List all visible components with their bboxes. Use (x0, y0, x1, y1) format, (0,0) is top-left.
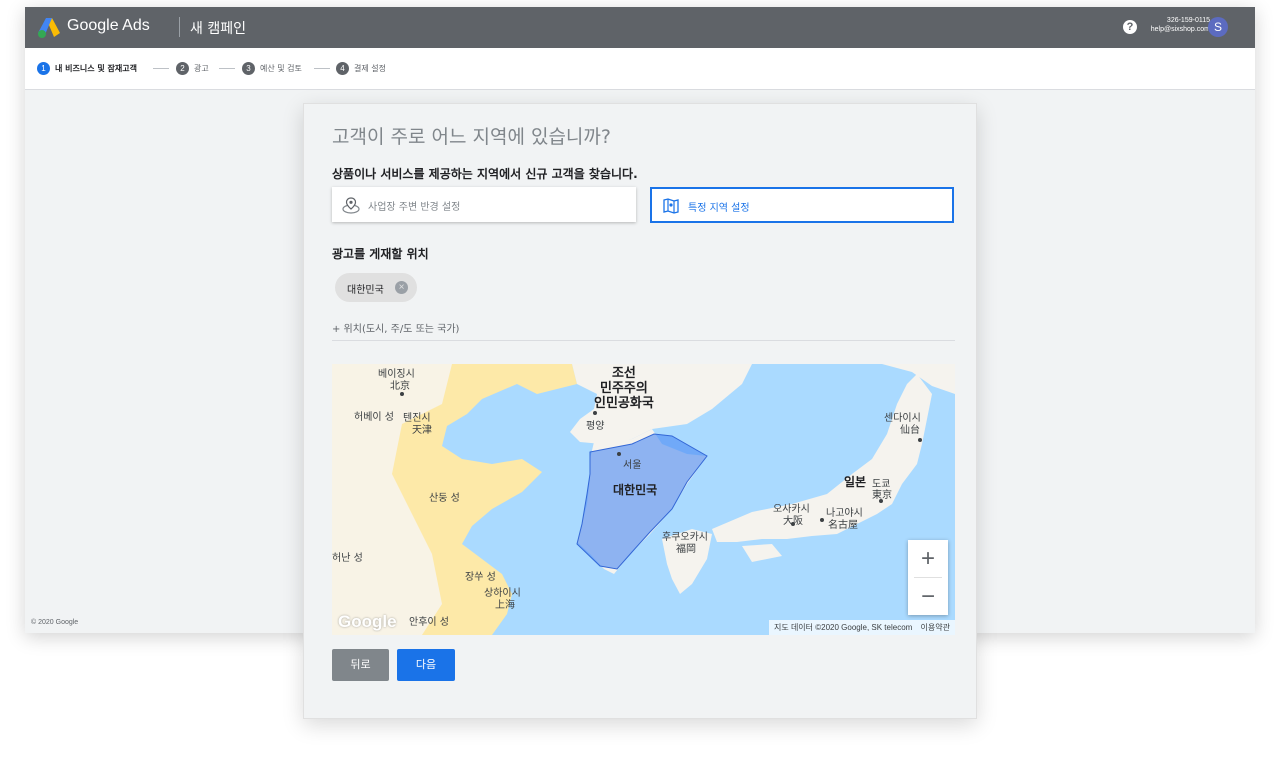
map-label-pyongyang: 평양 (586, 421, 605, 432)
specific-area-option-label: 특정 지역 설정 (688, 203, 750, 214)
back-button[interactable]: 뒤로 (332, 649, 389, 681)
stepper: 1 내 비즈니스 및 잠재고객 2 광고 3 예산 및 검토 4 결제 설정 (25, 48, 1255, 90)
step-number: 2 (176, 62, 189, 75)
map-label-south-korea: 대한민국 (613, 483, 658, 497)
dialog-subtitle: 상품이나 서비스를 제공하는 지역에서 신규 고객을 찾습니다. (332, 167, 638, 181)
map-label-sendai-jp: 仙台 (900, 425, 920, 436)
location-chip-label: 대한민국 (347, 285, 384, 296)
location-dialog: 고객이 주로 어느 지역에 있습니까? 상품이나 서비스를 제공하는 지역에서 … (303, 103, 977, 719)
remove-chip-icon[interactable]: × (395, 281, 408, 294)
step-number: 1 (37, 62, 50, 75)
nagoya-dot (820, 518, 824, 522)
specific-area-option-button[interactable]: 특정 지역 설정 (650, 187, 954, 223)
location-chip: 대한민국 × (335, 273, 417, 302)
zoom-control: + − (908, 540, 948, 615)
step-3[interactable]: 3 예산 및 검토 (242, 62, 302, 75)
map-label-nk-line1: 조선 (611, 366, 636, 381)
step-number: 4 (336, 62, 349, 75)
add-location-input[interactable]: + 위치(도시, 주/도 또는 국가) (332, 320, 459, 335)
radius-option-button[interactable]: 사업장 주변 반경 설정 (332, 187, 636, 222)
japan-honshu (712, 374, 932, 542)
map-label-nk-line2: 민주주의 (599, 381, 648, 396)
google-ads-logo-icon (38, 18, 60, 38)
copyright: © 2020 Google (31, 619, 79, 626)
beijing-dot (400, 392, 404, 396)
campaign-title: 새 캠페인 (190, 21, 246, 37)
help-icon[interactable]: ? (1123, 20, 1137, 34)
pyongyang-dot (593, 411, 597, 415)
google-watermark: Google (338, 612, 397, 631)
account-email: help@sixshop.com (1150, 26, 1210, 33)
locations-heading: 광고를 게재할 위치 (332, 247, 429, 261)
step-label: 광고 (194, 64, 209, 73)
map-label-nagoya-jp: 名古屋 (828, 520, 858, 531)
avatar[interactable]: S (1208, 17, 1228, 37)
map-label-north-korea: 조선 민주주의 인민공화국 (594, 366, 654, 411)
map-view[interactable]: 베이징시 北京 허베이 성 텐진시 天津 조선 민주주의 인민공화국 평양 서울… (332, 364, 955, 635)
radius-pin-icon (342, 197, 360, 214)
map-label-jiangsu: 장쑤 성 (465, 572, 496, 583)
map-label-shanghai-cn: 上海 (495, 600, 515, 611)
step-4[interactable]: 4 결제 설정 (336, 62, 386, 75)
map-label-shandong: 산둥 성 (429, 493, 460, 504)
map-data-credit: 지도 데이터 ©2020 Google, SK telecom (774, 623, 913, 632)
terms-link[interactable]: 이용약관 (921, 623, 950, 632)
account-info[interactable]: 326-159-0115 help@sixshop.com (1151, 16, 1210, 34)
map-label-tokyo-jp: 東京 (872, 490, 892, 501)
map-label-hebei: 허베이 성 (354, 412, 394, 423)
japan-shikoku (742, 544, 782, 562)
map-label-seoul: 서울 (623, 460, 642, 471)
map-label-tianjin-cn: 天津 (412, 425, 432, 436)
dialog-title: 고객이 주로 어느 지역에 있습니까? (332, 126, 611, 148)
step-connector (153, 68, 169, 69)
step-label: 결제 설정 (354, 64, 386, 73)
header-divider (179, 17, 180, 37)
step-connector (219, 68, 235, 69)
step-connector (314, 68, 330, 69)
map-label-anhui: 안후이 성 (409, 617, 449, 628)
step-1[interactable]: 1 내 비즈니스 및 잠재고객 (37, 62, 137, 75)
map-icon (663, 198, 679, 214)
map-label-beijing-cn: 北京 (390, 381, 410, 392)
map-attribution: 지도 데이터 ©2020 Google, SK telecom 이용약관 (769, 620, 955, 635)
step-label: 내 비즈니스 및 잠재고객 (55, 64, 137, 73)
map-label-henan: 허난 성 (332, 553, 363, 564)
zoom-out-button[interactable]: − (908, 578, 948, 615)
map-label-osaka-jp: 大阪 (783, 516, 803, 527)
input-underline (332, 340, 955, 341)
next-button[interactable]: 다음 (397, 649, 455, 681)
step-2[interactable]: 2 광고 (176, 62, 209, 75)
map-label-nk-line3: 인민공화국 (594, 396, 654, 411)
zoom-in-button[interactable]: + (908, 540, 948, 577)
step-label: 예산 및 검토 (260, 64, 302, 73)
seoul-dot (617, 452, 621, 456)
radius-option-label: 사업장 주변 반경 설정 (368, 202, 461, 213)
brand-name[interactable]: Google Ads (67, 17, 150, 35)
step-number: 3 (242, 62, 255, 75)
map-label-fukuoka-jp: 福岡 (676, 544, 696, 555)
account-phone: 326-159-0115 (1166, 17, 1210, 24)
top-bar: Google Ads 새 캠페인 ? 326-159-0115 help@six… (25, 7, 1255, 48)
map-label-japan: 일본 (844, 475, 867, 489)
sendai-dot (918, 438, 922, 442)
